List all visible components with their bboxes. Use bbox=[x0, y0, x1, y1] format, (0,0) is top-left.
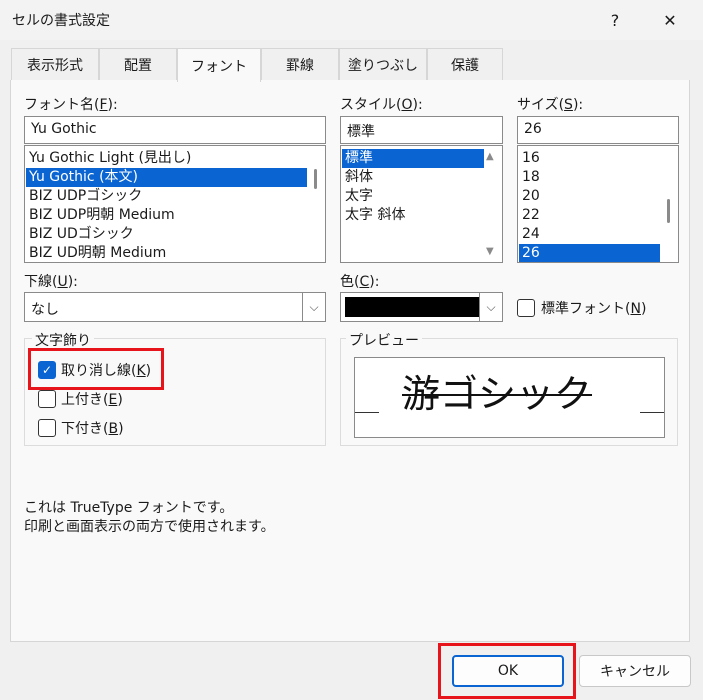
preview-box: 游ゴシック bbox=[354, 357, 665, 438]
help-button[interactable]: ? bbox=[591, 0, 639, 40]
strikethrough-checkbox[interactable]: ✓ 取り消し線(K) bbox=[38, 360, 151, 380]
preview-group-label: プレビュー bbox=[346, 330, 422, 350]
font-list-scrollbar[interactable] bbox=[306, 147, 324, 261]
font-name-input[interactable]: Yu Gothic bbox=[24, 116, 326, 144]
baseline-right bbox=[640, 412, 664, 413]
close-button[interactable]: ✕ bbox=[646, 0, 694, 40]
size-label: サイズ(S): bbox=[517, 97, 584, 113]
tab-protection[interactable]: 保護 bbox=[427, 48, 503, 81]
ok-button[interactable]: OK bbox=[452, 655, 564, 687]
font-name-list[interactable]: Yu Gothic Light (見出し) Yu Gothic (本文) BIZ… bbox=[24, 145, 326, 263]
list-item[interactable]: 標準 bbox=[342, 149, 484, 168]
dialog-title: セルの書式設定 bbox=[12, 13, 110, 29]
tab-border[interactable]: 罫線 bbox=[261, 48, 339, 81]
list-item[interactable]: BIZ UDPゴシック bbox=[26, 187, 307, 206]
font-name-label: フォント名(F): bbox=[24, 97, 118, 113]
list-item[interactable]: BIZ UDP明朝 Medium bbox=[26, 206, 307, 225]
size-input[interactable]: 26 bbox=[517, 116, 679, 144]
color-label: 色(C): bbox=[340, 274, 380, 290]
strikethrough-label: 取り消し線(K) bbox=[61, 363, 152, 379]
chevron-down-icon[interactable]: ⌵ bbox=[479, 293, 502, 321]
checkbox-box[interactable] bbox=[38, 419, 56, 437]
list-item[interactable]: 斜体 bbox=[342, 168, 484, 187]
underline-label: 下線(U): bbox=[24, 274, 78, 290]
list-item[interactable]: Yu Gothic Light (見出し) bbox=[26, 149, 307, 168]
check-icon[interactable]: ✓ bbox=[38, 361, 56, 379]
underline-value: なし bbox=[31, 302, 59, 318]
size-list[interactable]: 16 18 20 22 24 26 bbox=[517, 145, 679, 263]
list-item[interactable]: 18 bbox=[519, 168, 660, 187]
help-icon: ? bbox=[610, 10, 620, 30]
tab-fill[interactable]: 塗りつぶし bbox=[339, 48, 427, 81]
style-list-scrollbar[interactable]: ▲ ▼ bbox=[483, 147, 501, 261]
close-icon: ✕ bbox=[663, 10, 677, 30]
list-item[interactable]: 太字 斜体 bbox=[342, 206, 484, 225]
style-input[interactable]: 標準 bbox=[340, 116, 503, 144]
list-item[interactable]: 20 bbox=[519, 187, 660, 206]
underline-dropdown[interactable]: なし ⌵ bbox=[24, 292, 326, 322]
chevron-down-icon[interactable]: ⌵ bbox=[302, 293, 325, 321]
scroll-thumb[interactable] bbox=[314, 169, 317, 189]
list-item[interactable]: 22 bbox=[519, 206, 660, 225]
color-dropdown[interactable]: ⌵ bbox=[340, 292, 503, 322]
list-item[interactable]: Yu Gothic (本文) bbox=[26, 168, 307, 187]
list-item[interactable]: BIZ UD明朝 Medium bbox=[26, 244, 307, 262]
list-item[interactable]: BIZ UDゴシック bbox=[26, 225, 307, 244]
normal-font-label: 標準フォント(N) bbox=[541, 301, 647, 317]
list-item[interactable]: 太字 bbox=[342, 187, 484, 206]
subscript-checkbox[interactable]: 下付き(B) bbox=[38, 418, 124, 438]
scroll-down-icon[interactable]: ▼ bbox=[486, 246, 494, 257]
style-label: スタイル(O): bbox=[340, 97, 423, 113]
superscript-checkbox[interactable]: 上付き(E) bbox=[38, 389, 123, 409]
normal-font-checkbox[interactable]: 標準フォント(N) bbox=[517, 298, 646, 318]
preview-sample-text: 游ゴシック bbox=[402, 372, 593, 416]
cancel-button[interactable]: キャンセル bbox=[579, 655, 691, 687]
color-swatch bbox=[345, 297, 479, 317]
baseline-left bbox=[355, 412, 379, 413]
style-list[interactable]: 標準 斜体 太字 太字 斜体 ▲ ▼ bbox=[340, 145, 503, 263]
scroll-thumb[interactable] bbox=[667, 199, 670, 223]
list-item[interactable]: 16 bbox=[519, 149, 660, 168]
info-line-2: 印刷と画面表示の両方で使用されます。 bbox=[24, 519, 275, 535]
list-item[interactable]: 26 bbox=[519, 244, 660, 262]
size-list-scrollbar[interactable] bbox=[659, 147, 677, 261]
info-line-1: これは TrueType フォントです。 bbox=[24, 500, 234, 516]
tab-number[interactable]: 表示形式 bbox=[11, 48, 99, 81]
subscript-label: 下付き(B) bbox=[61, 421, 124, 437]
checkbox-box[interactable] bbox=[517, 299, 535, 317]
tab-alignment[interactable]: 配置 bbox=[99, 48, 177, 81]
effects-group-label: 文字飾り bbox=[32, 330, 94, 350]
superscript-label: 上付き(E) bbox=[61, 392, 123, 408]
list-item[interactable]: 24 bbox=[519, 225, 660, 244]
tab-font[interactable]: フォント bbox=[177, 48, 261, 82]
checkbox-box[interactable] bbox=[38, 390, 56, 408]
scroll-up-icon[interactable]: ▲ bbox=[486, 151, 494, 162]
